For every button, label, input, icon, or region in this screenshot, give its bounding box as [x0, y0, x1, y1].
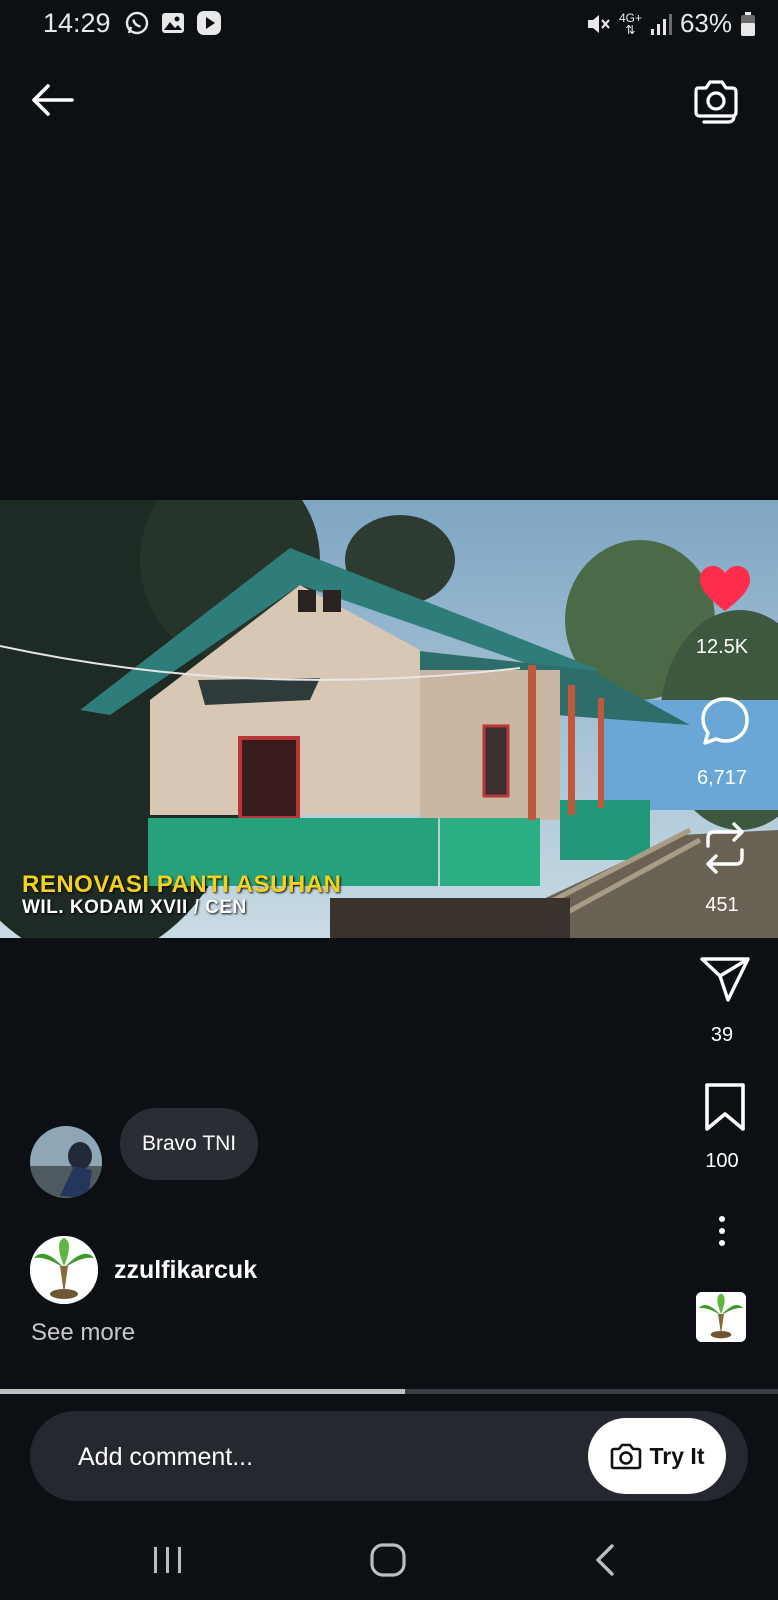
status-bar: 14:29 4G+ ⇅ 63% — [0, 0, 778, 48]
arrow-left-icon — [32, 84, 74, 116]
home-icon — [370, 1543, 406, 1577]
like-count: 12.5K — [695, 636, 749, 658]
battery-icon — [741, 11, 755, 36]
recent-apps-button[interactable] — [150, 1542, 186, 1578]
system-nav-bar — [0, 1520, 778, 1600]
comments-button[interactable]: 6,717 — [690, 695, 754, 793]
comment-composer: Try It — [30, 1411, 748, 1503]
comment-preview-text: Bravo TNI — [142, 1132, 237, 1155]
author-avatar[interactable] — [30, 1236, 98, 1304]
back-button[interactable] — [28, 78, 80, 122]
commenter-avatar-image — [30, 1126, 102, 1198]
comment-input[interactable] — [76, 1411, 580, 1503]
play-icon — [197, 11, 221, 35]
system-back-button[interactable] — [588, 1540, 624, 1580]
audio-thumbnail[interactable] — [696, 1292, 746, 1342]
media-caption-subtitle: WIL. KODAM XVII / CEN — [22, 897, 247, 918]
send-icon — [699, 957, 750, 1002]
repost-count: 451 — [705, 894, 739, 916]
status-right-group: 4G+ ⇅ 63% — [585, 8, 756, 39]
battery-percent: 63% — [679, 8, 732, 38]
video-progress-bar[interactable] — [0, 1389, 778, 1394]
share-button[interactable]: 39 — [690, 954, 754, 1054]
whatsapp-icon — [125, 11, 149, 35]
video-progress-fill — [0, 1389, 405, 1394]
signal-icon — [650, 13, 672, 35]
post-media[interactable]: RENOVASI PANTI ASUHAN WIL. KODAM XVII / … — [0, 500, 778, 938]
more-vertical-icon — [719, 1216, 725, 1246]
author-avatar-image — [30, 1236, 98, 1304]
camera-icon — [610, 1443, 641, 1470]
commenter-avatar[interactable] — [30, 1126, 102, 1198]
repost-button[interactable]: 451 — [690, 820, 754, 920]
save-count: 100 — [705, 1150, 739, 1172]
network-type: 4G+ ⇅ — [618, 10, 642, 37]
mute-icon — [587, 14, 610, 33]
gallery-icon — [162, 13, 184, 33]
comment-preview-bubble[interactable]: Bravo TNI — [120, 1108, 259, 1180]
see-more-link[interactable]: See more — [31, 1319, 135, 1347]
more-options-button[interactable] — [710, 1214, 734, 1250]
bookmark-icon — [704, 1083, 745, 1131]
try-it-button[interactable]: Try It — [588, 1418, 726, 1494]
speech-bubble-icon — [700, 697, 749, 745]
author-username[interactable]: zzulfikarcuk — [114, 1256, 257, 1285]
recent-apps-icon — [154, 1547, 181, 1573]
chevron-left-icon — [596, 1544, 614, 1576]
share-count: 39 — [710, 1024, 734, 1046]
try-it-label: Try It — [649, 1442, 705, 1469]
camera-button[interactable] — [690, 76, 742, 124]
comment-count: 6,717 — [696, 767, 748, 789]
heart-icon — [699, 566, 750, 611]
media-caption-title: RENOVASI PANTI ASUHAN — [22, 871, 342, 898]
camera-icon — [694, 80, 738, 124]
repost-icon — [705, 822, 744, 874]
like-button[interactable]: 12.5K — [690, 564, 754, 662]
status-time: 14:29 — [43, 8, 111, 38]
audio-thumbnail-image — [696, 1292, 746, 1342]
home-button[interactable] — [368, 1540, 408, 1580]
save-button[interactable]: 100 — [690, 1082, 754, 1182]
